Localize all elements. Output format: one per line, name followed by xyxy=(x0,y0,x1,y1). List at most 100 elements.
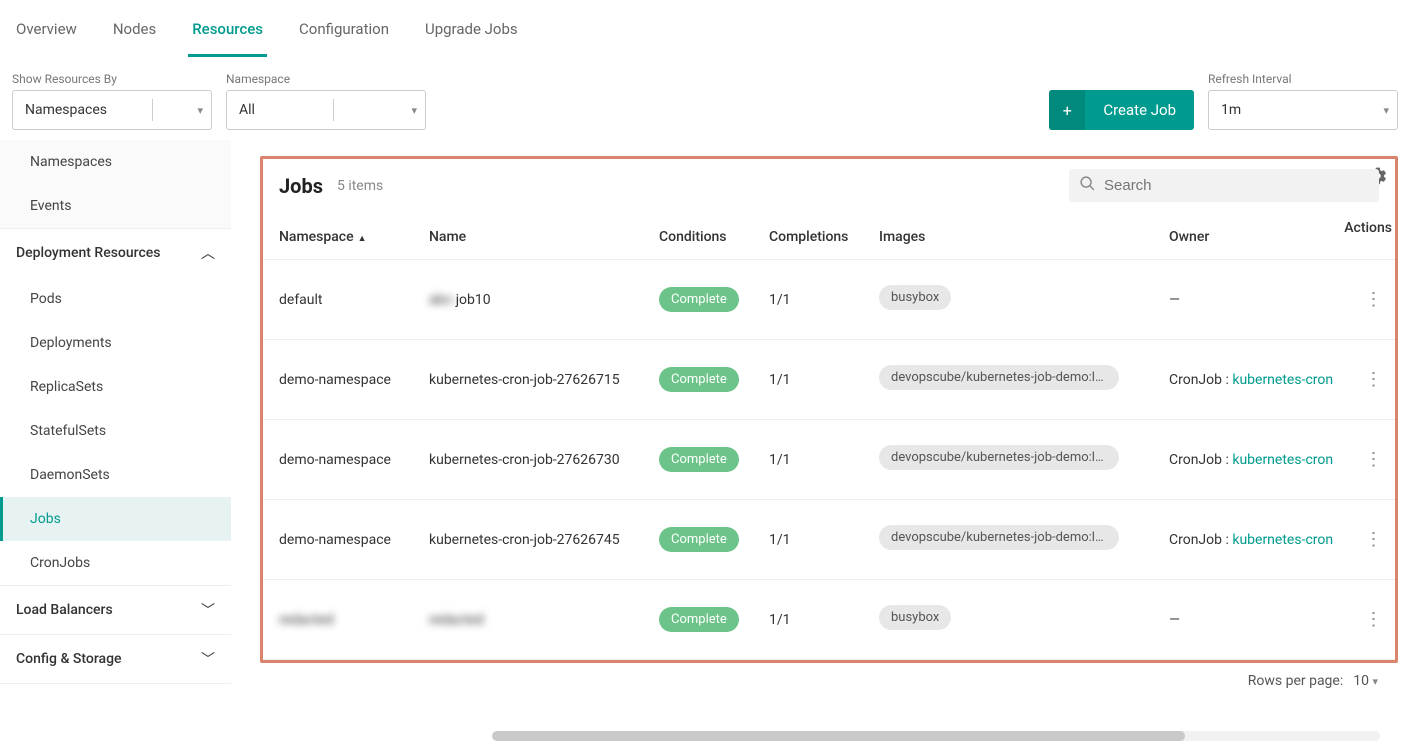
cell-namespace: demo-namespace xyxy=(279,532,429,548)
namespace-select[interactable]: All ▾ xyxy=(226,90,426,130)
col-conditions[interactable]: Conditions xyxy=(659,229,769,245)
create-job-label: Create Job xyxy=(1085,90,1194,130)
refresh-label: Refresh Interval xyxy=(1208,72,1398,86)
cell-owner: — xyxy=(1169,612,1339,628)
col-name[interactable]: Name xyxy=(429,229,659,245)
tab-configuration[interactable]: Configuration xyxy=(295,12,393,57)
status-badge: Complete xyxy=(659,607,739,632)
cell-name: abc-job10 xyxy=(429,292,659,308)
sidebar-group-load-balancers[interactable]: Load Balancers ﹀ xyxy=(0,586,231,634)
sidebar: Namespaces Events Deployment Resources ︿… xyxy=(0,140,232,743)
image-chip: devopscube/kubernetes-job-demo:lat… xyxy=(879,365,1119,390)
cell-completions: 1/1 xyxy=(769,612,879,628)
top-tabs: Overview Nodes Resources Configuration U… xyxy=(0,0,1410,58)
status-badge: Complete xyxy=(659,447,739,472)
row-actions-button[interactable]: ⋮ xyxy=(1339,289,1409,310)
chevron-down-icon: ﹀ xyxy=(201,649,215,669)
tab-resources[interactable]: Resources xyxy=(188,12,267,57)
tab-upgrade-jobs[interactable]: Upgrade Jobs xyxy=(421,12,522,57)
tab-nodes[interactable]: Nodes xyxy=(109,12,160,57)
sidebar-item-replicasets[interactable]: ReplicaSets xyxy=(0,365,231,409)
chevron-down-icon: ▾ xyxy=(1372,675,1378,688)
sidebar-group-config-storage[interactable]: Config & Storage ﹀ xyxy=(0,635,231,683)
search-box[interactable] xyxy=(1069,169,1379,202)
status-badge: Complete xyxy=(659,527,739,552)
table-row[interactable]: demo-namespace kubernetes-cron-job-27626… xyxy=(263,500,1395,580)
image-chip: devopscube/kubernetes-job-demo:lat… xyxy=(879,445,1119,470)
refresh-select[interactable]: 1m ▾ xyxy=(1208,90,1398,130)
image-chip: devopscube/kubernetes-job-demo:lat… xyxy=(879,525,1119,550)
col-images[interactable]: Images xyxy=(879,229,1169,245)
cell-completions: 1/1 xyxy=(769,532,879,548)
cell-name: kubernetes-cron-job-27626715 xyxy=(429,372,659,388)
col-namespace[interactable]: Namespace xyxy=(279,229,429,245)
table-row[interactable]: default abc-job10 Complete 1/1 busybox —… xyxy=(263,260,1395,340)
controls-bar: Show Resources By Namespaces ▾ Namespace… xyxy=(0,58,1410,140)
cell-owner: CronJob : kubernetes-cron xyxy=(1169,372,1339,388)
rows-per-page-select[interactable]: 10 ▾ xyxy=(1353,673,1378,689)
chevron-down-icon: ▾ xyxy=(197,104,203,117)
sidebar-item-namespaces[interactable]: Namespaces xyxy=(0,140,231,184)
cell-namespace: default xyxy=(279,292,429,308)
cell-completions: 1/1 xyxy=(769,452,879,468)
show-by-value: Namespaces xyxy=(25,102,107,118)
sidebar-item-cronjobs[interactable]: CronJobs xyxy=(0,541,231,585)
owner-link[interactable]: kubernetes-cron xyxy=(1232,452,1333,468)
table-row[interactable]: demo-namespace kubernetes-cron-job-27626… xyxy=(263,420,1395,500)
sidebar-item-daemonsets[interactable]: DaemonSets xyxy=(0,453,231,497)
cell-owner: — xyxy=(1169,292,1339,308)
chevron-down-icon: ▾ xyxy=(411,104,417,117)
owner-link[interactable]: kubernetes-cron xyxy=(1232,532,1333,548)
horizontal-scrollbar[interactable] xyxy=(492,731,1380,741)
table-footer: Rows per page: 10 ▾ xyxy=(260,663,1398,689)
table-row[interactable]: demo-namespace kubernetes-cron-job-27626… xyxy=(263,340,1395,420)
cell-completions: 1/1 xyxy=(769,372,879,388)
table-row[interactable]: redacted redacted Complete 1/1 busybox —… xyxy=(263,580,1395,660)
sidebar-item-jobs[interactable]: Jobs xyxy=(0,497,231,541)
refresh-value: 1m xyxy=(1221,102,1241,118)
namespace-value: All xyxy=(239,102,255,118)
col-completions[interactable]: Completions xyxy=(769,229,879,245)
namespace-label: Namespace xyxy=(226,72,426,86)
jobs-table-highlight: Jobs 5 items Namespace Name Conditions C… xyxy=(260,156,1398,663)
image-chip: busybox xyxy=(879,605,951,630)
tab-overview[interactable]: Overview xyxy=(12,12,81,57)
image-chip: busybox xyxy=(879,285,951,310)
show-by-label: Show Resources By xyxy=(12,72,212,86)
cell-completions: 1/1 xyxy=(769,292,879,308)
content-area: Actions Jobs 5 items Namespace Name Cond… xyxy=(232,140,1410,743)
table-count: 5 items xyxy=(337,178,383,194)
jobs-table: Namespace Name Conditions Completions Im… xyxy=(263,214,1395,660)
cell-name: redacted xyxy=(429,612,659,628)
cell-owner: CronJob : kubernetes-cron xyxy=(1169,532,1339,548)
sidebar-group-deployment[interactable]: Deployment Resources ︿ xyxy=(0,229,231,277)
search-input[interactable] xyxy=(1104,177,1369,194)
table-title: Jobs xyxy=(279,174,323,198)
cell-name: kubernetes-cron-job-27626730 xyxy=(429,452,659,468)
owner-link[interactable]: kubernetes-cron xyxy=(1232,372,1333,388)
cell-owner: CronJob : kubernetes-cron xyxy=(1169,452,1339,468)
chevron-down-icon: ▾ xyxy=(1383,104,1389,117)
sidebar-item-events[interactable]: Events xyxy=(0,184,231,228)
plus-icon: + xyxy=(1049,90,1085,130)
row-actions-button[interactable]: ⋮ xyxy=(1339,449,1409,470)
status-badge: Complete xyxy=(659,367,739,392)
status-badge: Complete xyxy=(659,287,739,312)
create-job-button[interactable]: + Create Job xyxy=(1049,90,1194,130)
cell-namespace: demo-namespace xyxy=(279,452,429,468)
sidebar-item-pods[interactable]: Pods xyxy=(0,277,231,321)
search-icon xyxy=(1079,175,1096,196)
chevron-down-icon: ﹀ xyxy=(201,600,215,620)
row-actions-button[interactable]: ⋮ xyxy=(1339,609,1409,630)
rows-per-page-label: Rows per page: xyxy=(1248,673,1343,689)
row-actions-button[interactable]: ⋮ xyxy=(1339,369,1409,390)
cell-namespace: redacted xyxy=(279,612,429,628)
cell-namespace: demo-namespace xyxy=(279,372,429,388)
chevron-up-icon: ︿ xyxy=(201,243,215,263)
cell-name: kubernetes-cron-job-27626745 xyxy=(429,532,659,548)
row-actions-button[interactable]: ⋮ xyxy=(1339,529,1409,550)
sidebar-item-deployments[interactable]: Deployments xyxy=(0,321,231,365)
sidebar-item-statefulsets[interactable]: StatefulSets xyxy=(0,409,231,453)
col-owner[interactable]: Owner xyxy=(1169,229,1339,245)
show-by-select[interactable]: Namespaces ▾ xyxy=(12,90,212,130)
